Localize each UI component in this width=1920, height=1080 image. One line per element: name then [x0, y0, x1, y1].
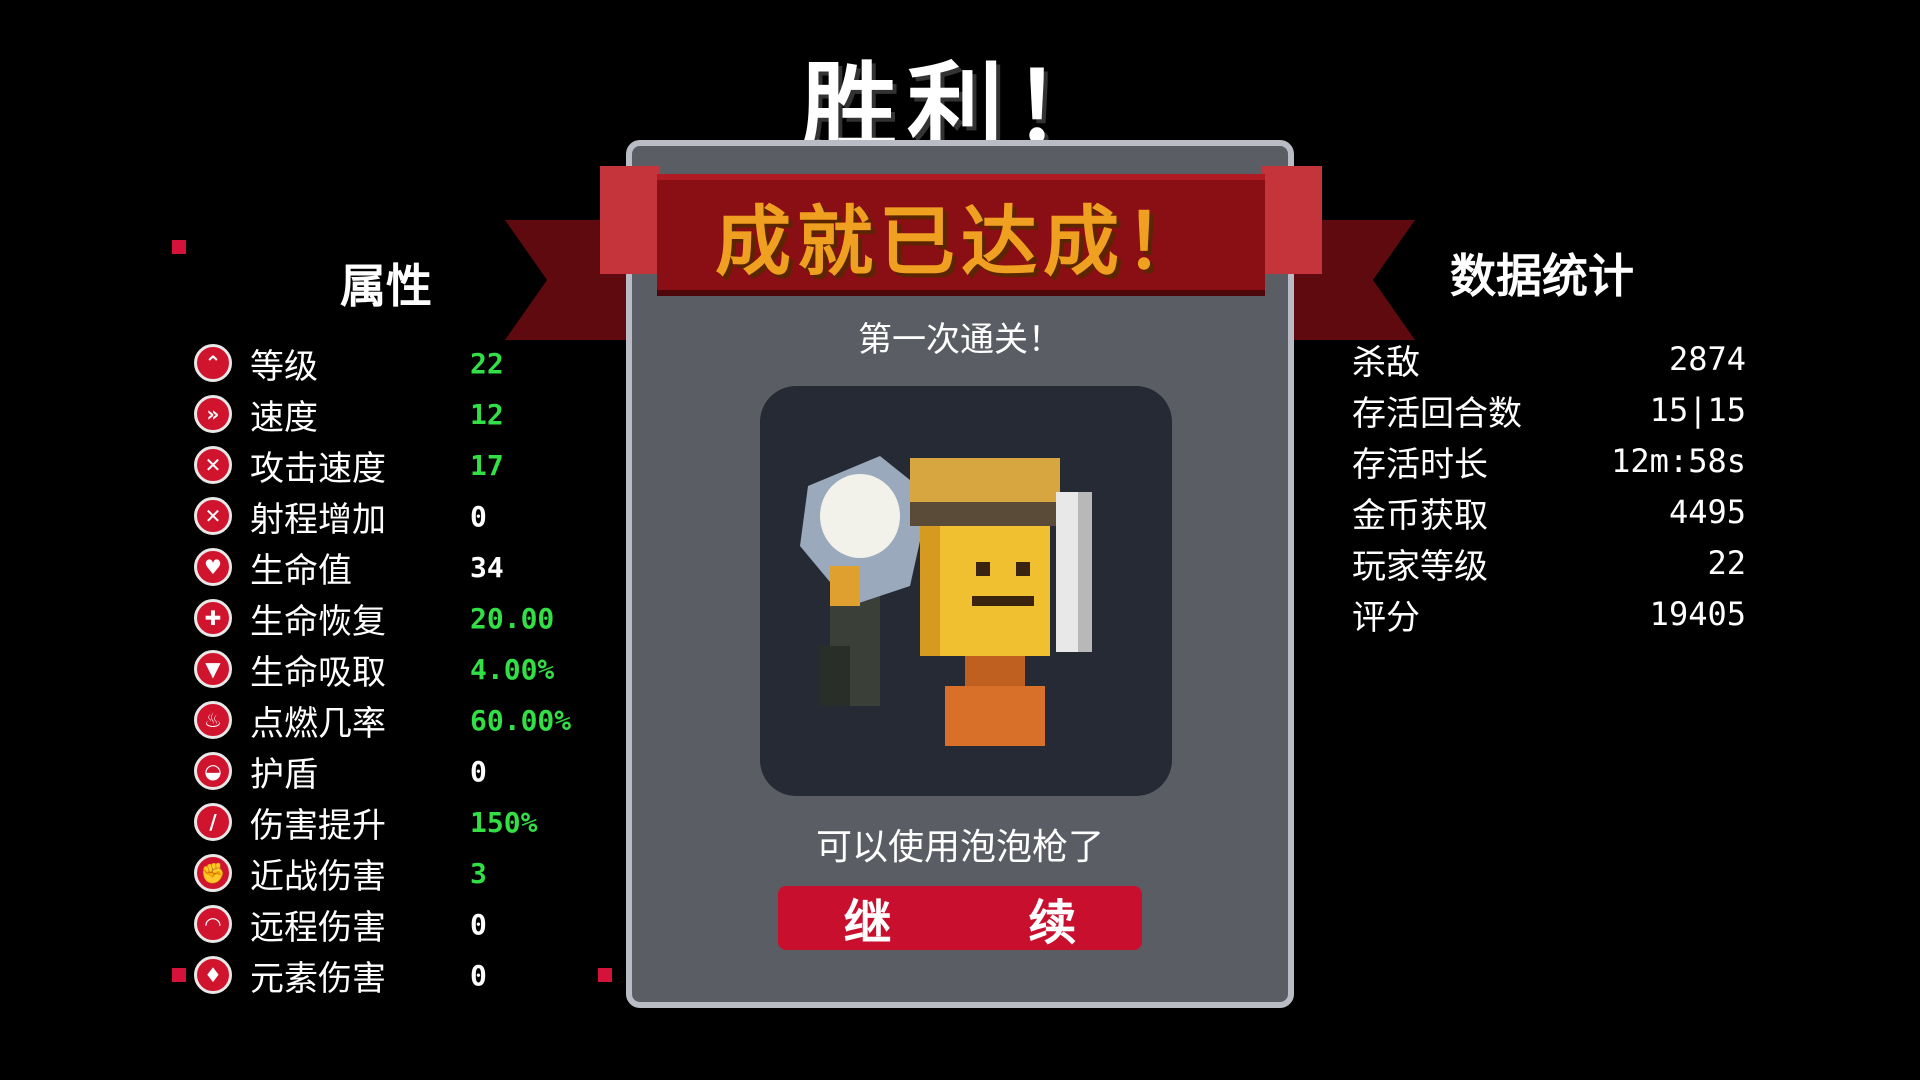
speed-icon: »: [194, 395, 232, 433]
statistics-title: 数据统计: [1450, 249, 1634, 303]
unlock-art-frame: [760, 386, 1172, 796]
elemental-icon: ♦: [194, 956, 232, 994]
statistic-value: 4495: [1668, 493, 1746, 531]
achievement-subtitle: 第一次通关！: [858, 320, 1062, 360]
level-icon: ⌃: [194, 344, 232, 382]
attribute-label: 元素伤害: [250, 958, 386, 999]
attribute-value: 34: [470, 550, 504, 584]
attribute-value: 20.00: [470, 601, 555, 635]
lifesteal-icon: ▼: [194, 650, 232, 688]
continue-button[interactable]: 继 续: [778, 886, 1142, 951]
attribute-label: 攻击速度: [250, 448, 386, 489]
attribute-row: » 速度 12: [194, 391, 614, 438]
attributes-title: 属性: [340, 259, 432, 313]
attribute-value: 3: [470, 856, 487, 890]
attribute-value: 0: [470, 907, 487, 941]
statistic-label: 评分: [1352, 597, 1420, 638]
heart-icon: ♥: [194, 548, 232, 586]
ranged-icon: ◠: [194, 905, 232, 943]
corner-marker: [172, 968, 186, 982]
attribute-row: ♦ 元素伤害 0: [194, 952, 614, 999]
ribbon-fold-right: [1262, 166, 1322, 274]
achievement-description: 可以使用泡泡枪了: [815, 827, 1104, 868]
attribute-value: 17: [470, 448, 504, 482]
statistic-label: 存活回合数: [1352, 393, 1522, 434]
attribute-row: ⌃ 等级 22: [194, 340, 614, 387]
statistic-label: 金币获取: [1352, 495, 1488, 536]
attribute-row: ✕ 攻击速度 17: [194, 442, 614, 489]
attribute-row: ◒ 护盾 0: [194, 748, 614, 795]
statistic-label: 杀敌: [1352, 342, 1420, 383]
attribute-value: 0: [470, 754, 487, 788]
attribute-label: 生命值: [250, 550, 352, 591]
range-icon: ✕: [194, 497, 232, 535]
attribute-label: 生命吸取: [250, 652, 386, 693]
statistic-value: 12m:58s: [1611, 442, 1746, 480]
attribute-value: 60.00%: [470, 703, 572, 737]
attribute-row: ✚ 生命恢复 20.00: [194, 595, 614, 642]
attribute-label: 远程伤害: [250, 907, 386, 948]
statistic-value: 15|15: [1649, 391, 1746, 429]
attribute-row: ♨ 点燃几率 60.00%: [194, 697, 614, 744]
attribute-value: 4.00%: [470, 652, 555, 686]
attribute-row: ✕ 射程增加 0: [194, 493, 614, 540]
shield-icon: ◒: [194, 752, 232, 790]
attribute-label: 射程增加: [250, 499, 386, 540]
attribute-value: 12: [470, 397, 504, 431]
statistic-value: 22: [1707, 544, 1746, 582]
attribute-label: 生命恢复: [250, 601, 386, 642]
attribute-row: ♥ 生命值 34: [194, 544, 614, 591]
attribute-label: 护盾: [250, 754, 318, 795]
attribute-label: 近战伤害: [250, 856, 386, 897]
attribute-value: 150%: [470, 805, 538, 839]
attribute-value: 0: [470, 958, 487, 992]
statistic-label: 存活时长: [1352, 444, 1488, 485]
corner-marker: [172, 240, 186, 254]
attribute-label: 等级: [250, 346, 318, 387]
attribute-row: / 伤害提升 150%: [194, 799, 614, 846]
ribbon-fold-left: [600, 166, 660, 274]
banner-text: 成就已达成！: [715, 197, 1207, 286]
statistic-row: 评分 19405: [1352, 591, 1746, 638]
ignite-icon: ♨: [194, 701, 232, 739]
statistic-label: 玩家等级: [1352, 546, 1488, 587]
attribute-row: ▼ 生命吸取 4.00%: [194, 646, 614, 693]
statistic-row: 玩家等级 22: [1352, 540, 1746, 587]
attribute-label: 点燃几率: [250, 703, 386, 744]
bubble-gun-icon: [800, 456, 1092, 746]
attribute-value: 22: [470, 346, 504, 380]
melee-icon: ✊: [194, 854, 232, 892]
regen-icon: ✚: [194, 599, 232, 637]
attribute-label: 伤害提升: [250, 805, 386, 846]
statistic-row: 存活时长 12m:58s: [1352, 438, 1746, 485]
attribute-value: 0: [470, 499, 487, 533]
damage-icon: /: [194, 803, 232, 841]
achievement-banner: 成就已达成！: [657, 174, 1265, 296]
statistic-row: 存活回合数 15|15: [1352, 387, 1746, 434]
attribute-row: ✊ 近战伤害 3: [194, 850, 614, 897]
statistic-value: 2874: [1668, 340, 1746, 378]
attack-speed-icon: ✕: [194, 446, 232, 484]
statistic-row: 杀敌 2874: [1352, 336, 1746, 383]
attribute-label: 速度: [250, 397, 318, 438]
attribute-row: ◠ 远程伤害 0: [194, 901, 614, 948]
statistic-row: 金币获取 4495: [1352, 489, 1746, 536]
statistic-value: 19405: [1649, 595, 1746, 633]
